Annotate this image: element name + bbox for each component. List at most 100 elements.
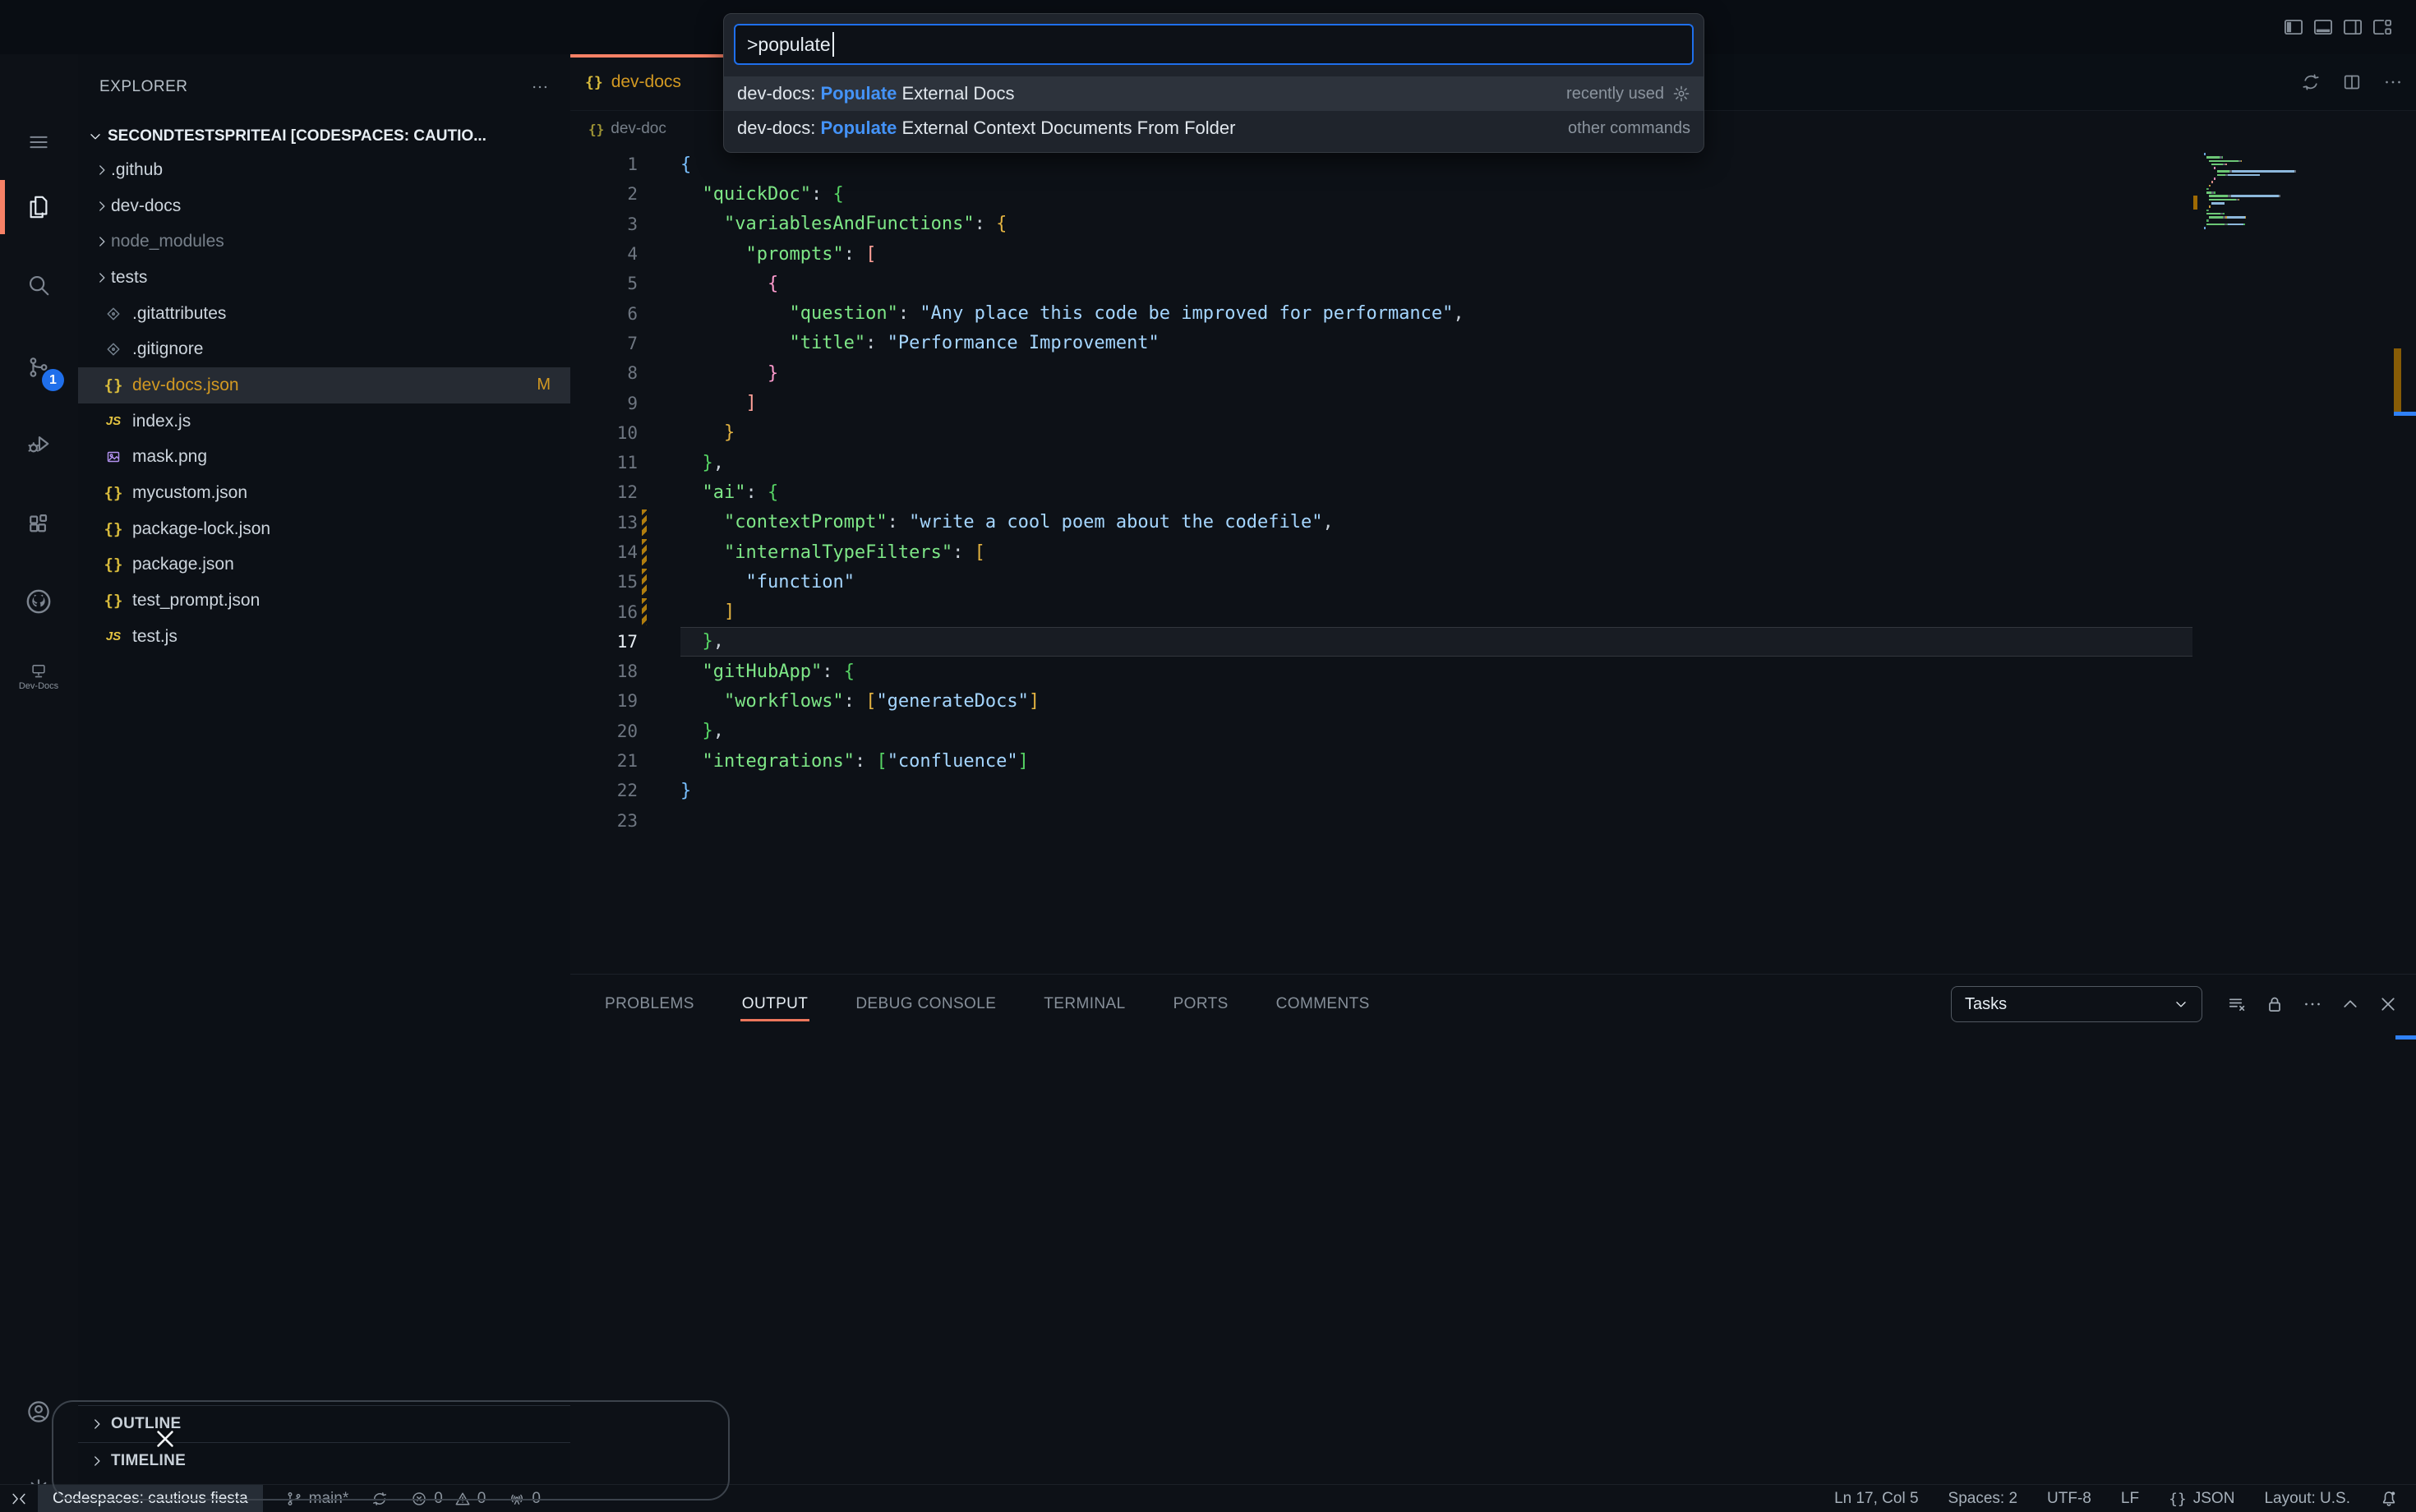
- panel-tab-problems[interactable]: PROBLEMS: [603, 980, 696, 1028]
- maximize-panel-icon[interactable]: [2340, 994, 2360, 1014]
- split-icon[interactable]: [2342, 72, 2362, 92]
- command-palette-input[interactable]: >populate: [734, 24, 1694, 65]
- workspace-label: SECONDTESTSPRITEAI [CODESPACES: CAUTIO..…: [108, 127, 486, 145]
- code-line-6[interactable]: 6 "question": "Any place this code be im…: [570, 298, 2416, 328]
- sync-changes-icon[interactable]: [2301, 72, 2321, 92]
- code-line-17[interactable]: 17 },: [570, 626, 2416, 657]
- activity-item-explorer[interactable]: [0, 168, 77, 246]
- status-remote-indicator[interactable]: Codespaces: cautious fiesta: [38, 1485, 263, 1512]
- panel-tab-comments[interactable]: COMMENTS: [1275, 980, 1372, 1028]
- activity-item-dev-docs[interactable]: Dev-Docs: [0, 638, 77, 715]
- activity-item-run-and-debug[interactable]: [0, 405, 77, 482]
- tree-item-mycustom.json[interactable]: {} mycustom.json: [78, 475, 570, 511]
- ellipsis-icon[interactable]: [2383, 72, 2403, 92]
- code-line-5[interactable]: 5 {: [570, 269, 2416, 298]
- tree-item-tests[interactable]: tests: [78, 260, 570, 296]
- badge-count: 1: [42, 369, 64, 391]
- tree-item-mask.png[interactable]: mask.png: [78, 440, 570, 476]
- code-line-22[interactable]: 22}: [570, 776, 2416, 805]
- folder-name: dev-docs: [111, 196, 182, 215]
- activity-item-source-control[interactable]: 1: [0, 329, 77, 406]
- panel-tab-ports[interactable]: PORTS: [1172, 980, 1230, 1028]
- code-line-19[interactable]: 19 "workflows": ["generateDocs"]: [570, 686, 2416, 716]
- status-cursor-position[interactable]: Ln 17, Col 5: [1834, 1490, 1918, 1508]
- explorer-more-actions-icon[interactable]: [531, 78, 549, 96]
- code-line-11[interactable]: 11 },: [570, 448, 2416, 477]
- code-line-8[interactable]: 8 }: [570, 358, 2416, 388]
- clear-output-icon[interactable]: [2227, 994, 2247, 1014]
- tree-item-test.js[interactable]: JS test.js: [78, 619, 570, 655]
- file-name: test_prompt.json: [132, 591, 261, 611]
- status-forwarded-ports[interactable]: 0: [509, 1490, 541, 1508]
- tree-item-package.json[interactable]: {} package.json: [78, 547, 570, 583]
- code-line-4[interactable]: 4 "prompts": [: [570, 239, 2416, 269]
- tree-item-index.js[interactable]: JS index.js: [78, 403, 570, 440]
- json-file-icon: {}: [104, 376, 123, 394]
- activity-item-accounts[interactable]: [0, 1373, 77, 1450]
- code-line-18[interactable]: 18 "gitHubApp": {: [570, 657, 2416, 686]
- tab-dev-docs-json[interactable]: {} dev-docs: [570, 54, 746, 110]
- command-label: dev-docs: Populate External Docs: [737, 83, 1015, 104]
- panel-tab-output[interactable]: OUTPUT: [740, 980, 810, 1028]
- activity-item-extensions[interactable]: [0, 486, 77, 563]
- minimap[interactable]: [2204, 153, 2344, 233]
- code-line-9[interactable]: 9 ]: [570, 388, 2416, 417]
- gear-icon[interactable]: [1672, 85, 1690, 103]
- code-line-16[interactable]: 16 ]: [570, 597, 2416, 626]
- image-file-icon: [101, 449, 126, 465]
- status-indentation[interactable]: Spaces: 2: [1948, 1490, 2018, 1508]
- command-item[interactable]: dev-docs: Populate External Context Docu…: [724, 111, 1704, 145]
- code-line-1[interactable]: 1{: [570, 150, 2416, 179]
- status-errors[interactable]: 0: [411, 1490, 443, 1508]
- code-line-13[interactable]: 13 "contextPrompt": "write a cool poem a…: [570, 508, 2416, 537]
- more-actions-icon[interactable]: [2303, 994, 2322, 1014]
- status-language-mode[interactable]: {} JSON: [2169, 1490, 2234, 1508]
- code-line-2[interactable]: 2 "quickDoc": {: [570, 179, 2416, 209]
- tree-item-.gitattributes[interactable]: .gitattributes: [78, 296, 570, 332]
- code-line-20[interactable]: 20 },: [570, 717, 2416, 746]
- status-eol[interactable]: LF: [2121, 1490, 2139, 1508]
- workspace-root-row[interactable]: SECONDTESTSPRITEAI [CODESPACES: CAUTIO..…: [78, 120, 570, 153]
- code-line-23[interactable]: 23: [570, 806, 2416, 836]
- tree-item-.gitignore[interactable]: .gitignore: [78, 331, 570, 367]
- tree-item-test_prompt.json[interactable]: {} test_prompt.json: [78, 583, 570, 619]
- menu-icon: [27, 131, 50, 154]
- tree-item-node_modules[interactable]: node_modules: [78, 224, 570, 260]
- close-panel-icon[interactable]: [2378, 994, 2398, 1014]
- customize-layout-icon[interactable]: [2372, 16, 2393, 38]
- tree-item-dev-docs[interactable]: dev-docs: [78, 188, 570, 224]
- tree-item-.github[interactable]: .github: [78, 152, 570, 188]
- activity-item-github[interactable]: [0, 563, 77, 640]
- section-timeline[interactable]: TIMELINE: [78, 1442, 570, 1479]
- code-editor[interactable]: 1{2 "quickDoc": {3 "variablesAndFunction…: [570, 150, 2416, 836]
- code-line-7[interactable]: 7 "title": "Performance Improvement": [570, 329, 2416, 358]
- status-git-branch[interactable]: main*: [286, 1490, 348, 1508]
- code-line-12[interactable]: 12 "ai": {: [570, 477, 2416, 507]
- status-keyboard-layout[interactable]: Layout: U.S.: [2264, 1490, 2350, 1508]
- command-palette-results: dev-docs: Populate External Docs recently…: [724, 76, 1704, 145]
- git-file-icon: [101, 341, 126, 357]
- code-line-21[interactable]: 21 "integrations": ["confluence"]: [570, 746, 2416, 776]
- status-warnings[interactable]: 0: [454, 1490, 486, 1508]
- tree-item-dev-docs.json[interactable]: {} dev-docs.json M: [78, 367, 570, 403]
- remote-icon[interactable]: [0, 1491, 38, 1507]
- output-channel-select[interactable]: Tasks: [1951, 986, 2202, 1022]
- activity-item-search[interactable]: [0, 247, 77, 324]
- status-notifications[interactable]: [2380, 1490, 2398, 1508]
- command-item[interactable]: dev-docs: Populate External Docs recently…: [724, 76, 1704, 111]
- status-sync-changes[interactable]: [371, 1491, 388, 1507]
- lock-panel-icon[interactable]: [2265, 994, 2285, 1014]
- code-line-10[interactable]: 10 }: [570, 418, 2416, 448]
- code-line-14[interactable]: 14 "internalTypeFilters": [: [570, 537, 2416, 567]
- toggle-primary-sidebar-icon[interactable]: [2283, 16, 2304, 38]
- tree-item-package-lock.json[interactable]: {} package-lock.json: [78, 511, 570, 547]
- status-encoding[interactable]: UTF-8: [2047, 1490, 2091, 1508]
- code-line-15[interactable]: 15 "function": [570, 567, 2416, 597]
- code-line-3[interactable]: 3 "variablesAndFunctions": {: [570, 210, 2416, 239]
- section-outline[interactable]: OUTLINE: [78, 1405, 570, 1442]
- panel-tab-debug-console[interactable]: DEBUG CONSOLE: [854, 980, 998, 1028]
- toggle-secondary-sidebar-icon[interactable]: [2342, 16, 2363, 38]
- toggle-panel-icon[interactable]: [2312, 16, 2334, 38]
- github-icon: [25, 588, 53, 615]
- panel-tab-terminal[interactable]: TERMINAL: [1042, 980, 1127, 1028]
